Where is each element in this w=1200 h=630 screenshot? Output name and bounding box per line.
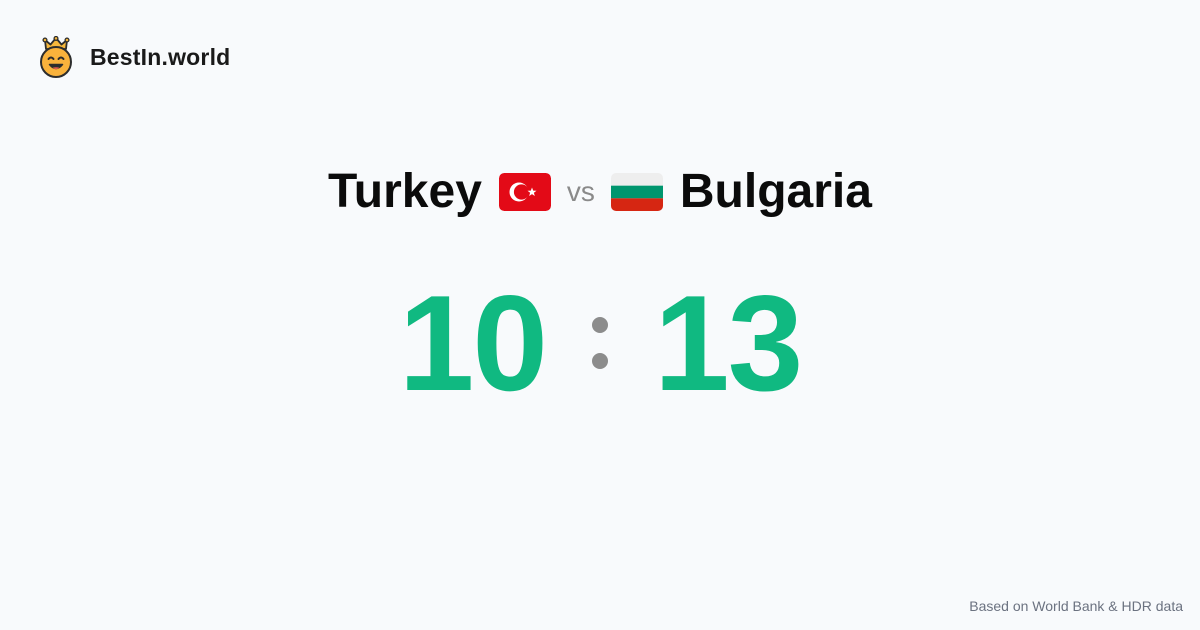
separator-dot-top [592, 317, 608, 333]
turkey-flag-icon [498, 173, 551, 211]
score-country-b: 13 [654, 267, 803, 419]
score-separator [592, 317, 608, 369]
brand-header[interactable]: BestIn.world [38, 36, 230, 78]
vs-label: vs [566, 176, 595, 207]
data-source-note: Based on World Bank & HDR data [969, 598, 1183, 614]
score-display: 10 13 [0, 267, 1200, 419]
country-matchup: Turkey vs Bulgaria [0, 160, 1200, 224]
country-a-name: Turkey [328, 165, 482, 218]
country-b-name: Bulgaria [679, 165, 872, 218]
crowned-smiley-icon [40, 36, 72, 78]
score-country-a: 10 [398, 267, 548, 419]
separator-dot-bottom [592, 353, 608, 369]
brand-name: BestIn.world [90, 43, 231, 70]
bulgaria-flag-icon [610, 173, 663, 211]
